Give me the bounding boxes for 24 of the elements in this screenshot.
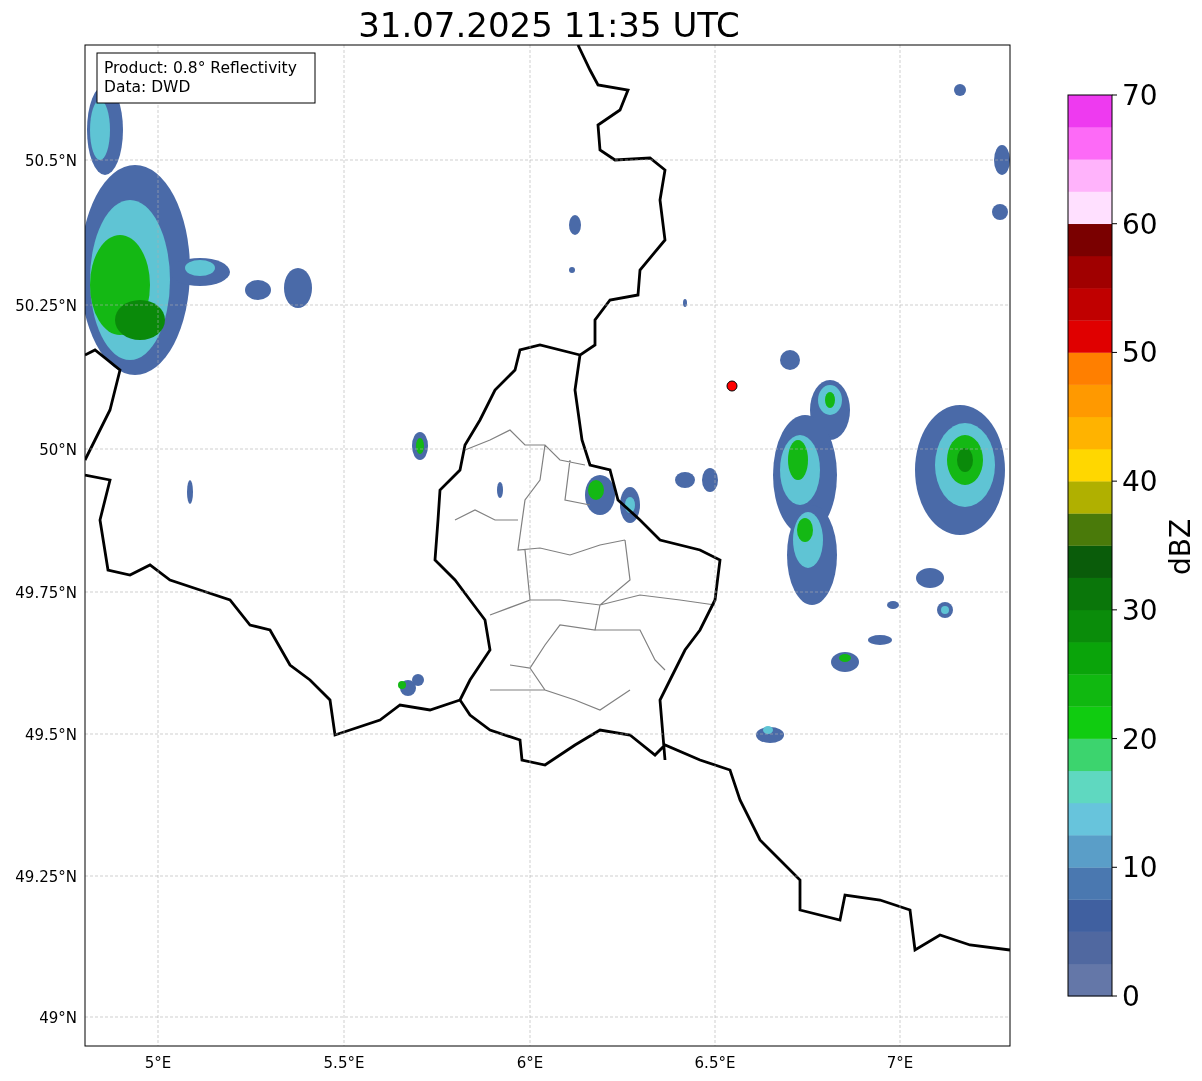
colorbar-tick-label: 50 (1122, 336, 1158, 370)
axis-tick-label: 50.5°N (24, 152, 77, 170)
legend-text: Product: 0.8° Reflectivity (104, 59, 297, 77)
axis-tick-label: 50.25°N (15, 297, 77, 315)
axis-tick-label: 49.75°N (15, 584, 77, 602)
legend-text: Data: DWD (104, 78, 191, 96)
axis-tick-label: 49.25°N (15, 868, 77, 886)
axis-tick-label: 5°E (144, 1054, 172, 1072)
colorbar-tick-label: 0 (1122, 980, 1140, 1013)
axis-tick-label: 50°N (39, 441, 77, 459)
colorbar-label: dBZ (1164, 518, 1197, 576)
chart-title: 31.07.2025 11:35 UTC (358, 5, 740, 45)
axis-tick-label: 7°E (886, 1054, 914, 1072)
axis-tick-label: 6°E (516, 1054, 544, 1072)
colorbar-tick-label: 60 (1122, 207, 1158, 241)
colorbar-tick-label: 20 (1122, 722, 1158, 756)
colorbar-tick-label: 10 (1122, 851, 1158, 885)
colorbar-tick-label: 70 (1122, 79, 1158, 112)
colorbar-tick-label: 40 (1122, 465, 1158, 499)
axis-tick-label: 49°N (39, 1009, 77, 1027)
axis-tick-label: 49.5°N (24, 726, 77, 744)
colorbar-tick-label: 30 (1122, 593, 1158, 627)
axis-tick-label: 6.5°E (694, 1054, 736, 1072)
axis-tick-label: 5.5°E (323, 1054, 365, 1072)
